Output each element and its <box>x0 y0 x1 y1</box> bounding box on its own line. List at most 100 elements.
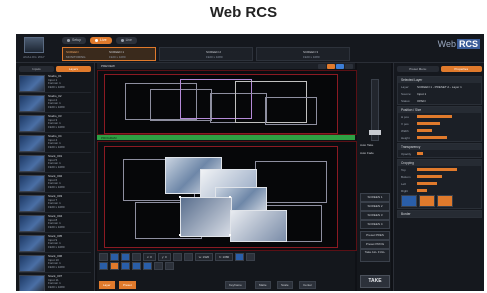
take-button[interactable]: TAKE <box>360 275 390 288</box>
toolbar-button[interactable] <box>345 63 353 69</box>
property-section: Selected Layer Layer: SCREEN 1 - PRESET A … <box>397 76 482 105</box>
toolbar-button[interactable] <box>327 63 335 69</box>
color-swatch[interactable] <box>419 195 435 207</box>
close-icon[interactable] <box>172 253 182 261</box>
tab-setup[interactable]: Setup <box>62 37 87 44</box>
color-swatch[interactable] <box>437 195 453 207</box>
tool-button[interactable] <box>246 253 256 261</box>
property-value: Input 1 <box>417 91 427 96</box>
tool-button[interactable] <box>132 253 141 261</box>
clip-item[interactable]: Stock_001 Input 5 Format: 1 1920 x 1080 <box>19 154 91 173</box>
tool-button[interactable] <box>99 262 108 270</box>
clip-item[interactable]: Studio_02 Input 2 Format: 1 1920 x 1080 <box>19 94 91 113</box>
clip-item[interactable]: Stock_006 Input 10 Format: 1 1920 x 1080 <box>19 254 91 273</box>
screen-1-button[interactable]: SCREEN 1 <box>360 193 390 202</box>
tool-button[interactable] <box>99 253 108 261</box>
tab-layers[interactable]: Layers <box>56 66 91 72</box>
auto-fade-label[interactable]: Auto Fade <box>360 151 374 155</box>
clip-item[interactable]: Stock_007 Input 11 Format: 1 1920 x 1080 <box>19 274 91 291</box>
clip-thumbnail <box>19 275 45 291</box>
clip-item[interactable]: Stock_003 Input 7 Format: 1 1920 x 1080 <box>19 194 91 213</box>
center-button[interactable]: Center <box>299 281 317 289</box>
clip-item[interactable]: Stock_005 Input 9 Format: 1 1920 x 1080 <box>19 234 91 253</box>
tool-button[interactable] <box>132 262 141 270</box>
value-slider[interactable] <box>417 136 447 139</box>
clip-thumbnail <box>19 75 45 92</box>
clip-item[interactable]: Studio_04 Input 4 Format: 1 1920 x 1080 <box>19 134 91 153</box>
toolbar-button[interactable] <box>318 63 326 69</box>
tool-button[interactable] <box>154 262 163 270</box>
property-label: Bottom <box>401 174 411 179</box>
clip-info: Stock_001 Input 5 Format: 1 1920 x 1080 <box>48 154 65 171</box>
program-canvas[interactable] <box>97 141 357 251</box>
auto-take-label[interactable]: Auto Take <box>360 143 373 147</box>
y-field[interactable]: y: 0 <box>157 253 171 261</box>
x-field[interactable]: x: 0 <box>143 253 156 261</box>
color-swatch[interactable] <box>401 195 417 207</box>
close-icon[interactable] <box>183 253 193 261</box>
matte-button[interactable]: Matte <box>255 281 271 289</box>
keyframe-button[interactable]: Keyframe <box>225 281 246 289</box>
clip-item[interactable]: Studio_03 Input 3 Format: 1 1920 x 1080 <box>19 114 91 133</box>
toolbar-button[interactable] <box>336 63 344 69</box>
logo: ANALOG WAY <box>19 37 49 59</box>
value-slider[interactable] <box>417 182 437 185</box>
preset-pres-button[interactable]: Preset PRES <box>360 231 390 240</box>
page-caption: Web RCS <box>209 4 278 21</box>
tool-button[interactable] <box>121 262 130 270</box>
property-label: H pos <box>401 114 409 119</box>
property-label: Right <box>401 188 409 193</box>
section-header[interactable]: Border <box>398 211 481 217</box>
layer-image[interactable] <box>230 210 287 242</box>
screen-button-2[interactable]: SCREEN 2 1920 x 1080 <box>159 47 253 61</box>
layer-outline[interactable] <box>265 97 317 125</box>
take-all-full-button[interactable]: Take ALL FULL <box>360 249 390 262</box>
preview-canvas[interactable] <box>97 70 357 135</box>
clip-item[interactable]: Studio_01 Input 1 Format: 1 1920 x 1080 <box>19 74 91 93</box>
preset-prog-button[interactable]: Preset PROG <box>360 240 390 249</box>
layer-image[interactable] <box>180 197 232 237</box>
tool-button[interactable] <box>165 262 174 270</box>
screen-4-button[interactable]: SCREEN 4 <box>360 220 390 229</box>
tool-button[interactable] <box>121 253 130 261</box>
t-bar-fader[interactable] <box>369 79 381 141</box>
clip-info: Stock_005 Input 9 Format: 1 1920 x 1080 <box>48 234 65 251</box>
clip-item[interactable]: Stock_004 Input 8 Format: 1 1920 x 1080 <box>19 214 91 233</box>
tab-properties[interactable]: Properties <box>440 66 482 72</box>
tool-button[interactable] <box>110 253 119 261</box>
tab-preset-menu[interactable]: Preset Menu <box>397 66 439 72</box>
h-field[interactable]: h: 1080 <box>215 253 234 261</box>
value-slider[interactable] <box>417 115 452 118</box>
property-row: Top <box>398 166 481 173</box>
resize-handle[interactable] <box>229 234 231 236</box>
screen-3-button[interactable]: SCREEN 3 <box>360 211 390 220</box>
tool-button[interactable] <box>110 262 119 270</box>
clip-item[interactable]: Stock_002 Input 6 Format: 1 1920 x 1080 <box>19 174 91 193</box>
tab-inputs[interactable]: Inputs <box>19 66 54 72</box>
layer-button[interactable]: Layer <box>99 281 115 289</box>
tab-live[interactable]: Live <box>90 37 112 44</box>
tool-button[interactable] <box>235 253 245 261</box>
clip-info: Stock_006 Input 10 Format: 1 1920 x 1080 <box>48 254 65 271</box>
tab-live-2[interactable]: Live <box>115 37 137 44</box>
value-slider[interactable] <box>417 175 442 178</box>
value-slider[interactable] <box>417 189 427 192</box>
resize-handle[interactable] <box>229 196 231 198</box>
clip-info: Studio_04 Input 4 Format: 1 1920 x 1080 <box>48 134 65 151</box>
value-slider[interactable] <box>417 129 432 132</box>
screen-2-button[interactable]: SCREEN 2 <box>360 202 390 211</box>
value-slider[interactable] <box>417 152 423 155</box>
preset-button[interactable]: Preset <box>119 281 136 289</box>
w-field[interactable]: w: 1920 <box>194 253 214 261</box>
screen-button-3[interactable]: SCREEN 3 1920 x 1080 <box>256 47 350 61</box>
clip-thumbnail <box>19 195 45 212</box>
resize-handle[interactable] <box>179 234 181 236</box>
property-row: Left <box>398 180 481 187</box>
scale-button[interactable]: Scale <box>277 281 293 289</box>
value-slider[interactable] <box>417 122 440 125</box>
resize-handle[interactable] <box>179 196 181 198</box>
screen-button-1[interactable]: SCREEN MONITORING SCREEN 1 1920 x 1080 <box>62 47 156 61</box>
tool-button[interactable] <box>143 262 152 270</box>
fader-knob[interactable] <box>369 130 381 135</box>
value-slider[interactable] <box>417 168 457 171</box>
